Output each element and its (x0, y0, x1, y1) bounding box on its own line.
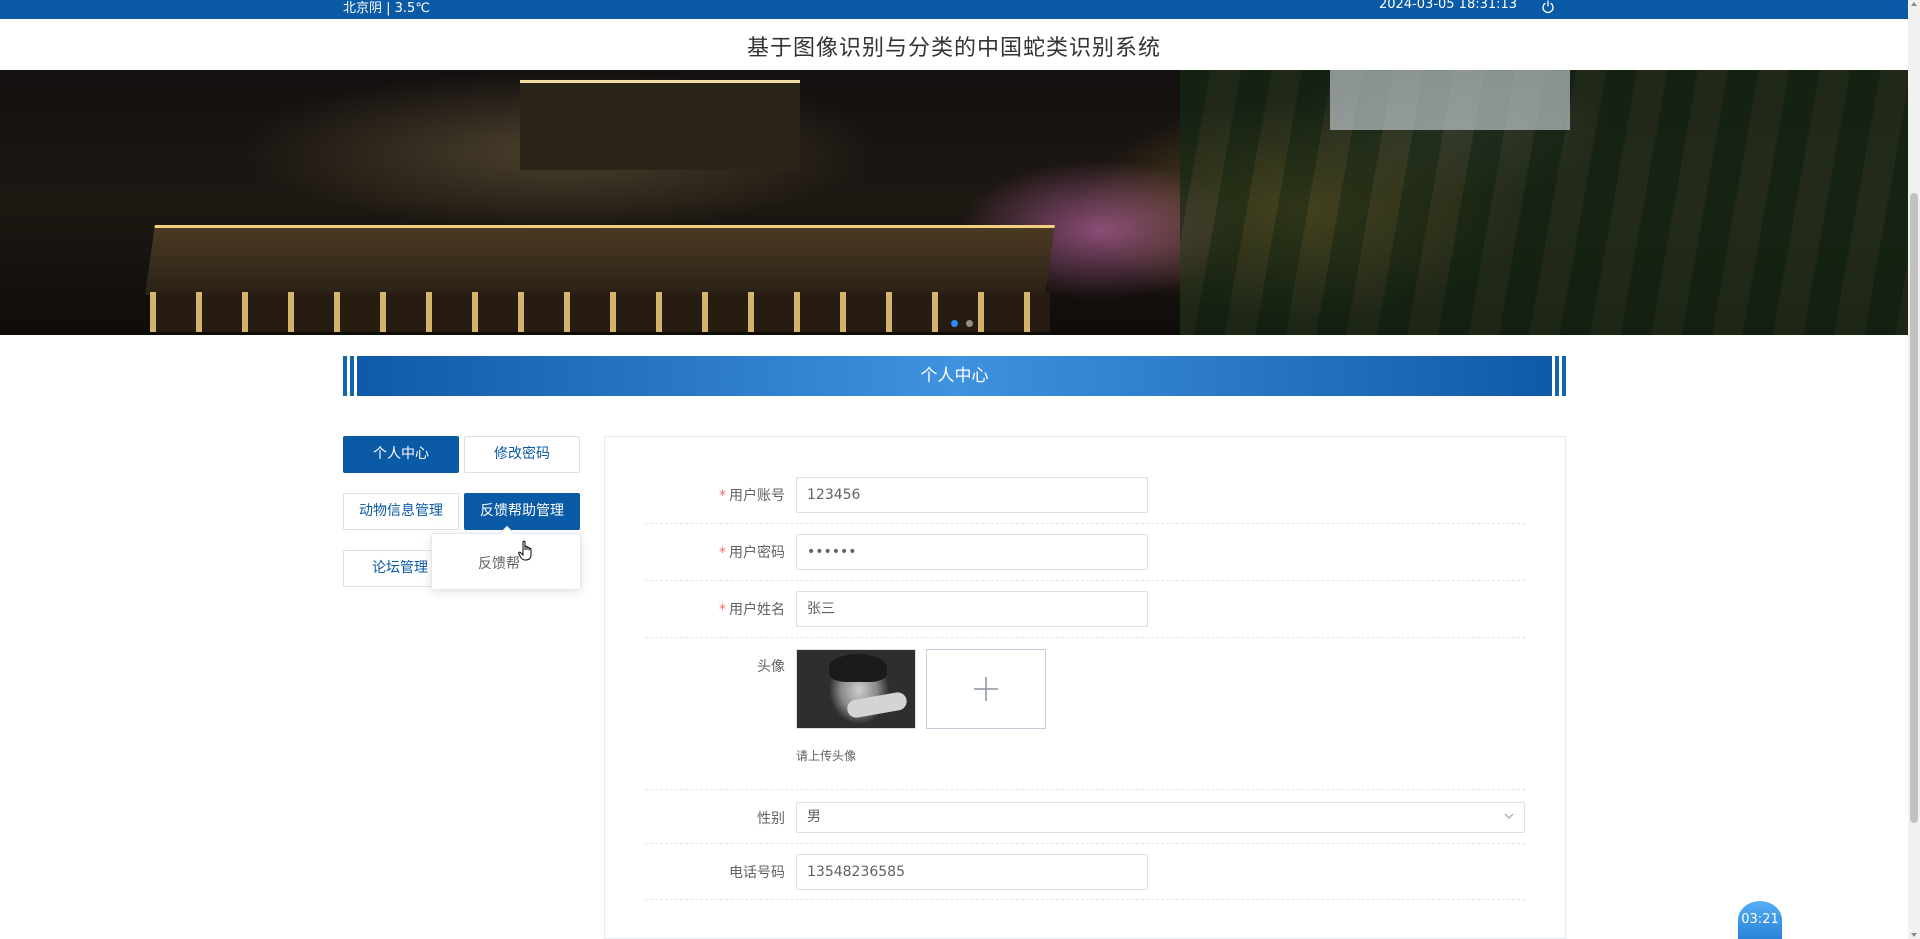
banner-building-roof (145, 225, 1055, 295)
avatar-hint: 请上传头像 (796, 749, 857, 763)
profile-form-panel: * 用户账号 123456 * 用户密码 •••••• * 用户姓名 张三 头像 请上… (604, 436, 1566, 939)
phone-label: 电话号码 (729, 865, 785, 881)
password-label-text: 用户密码 (729, 545, 785, 561)
page-scrollbar[interactable] (1908, 0, 1920, 939)
feedback-dropdown-menu: 反馈帮 (431, 525, 581, 590)
name-label-text: 用户姓名 (729, 602, 785, 618)
avatar[interactable] (796, 649, 916, 729)
account-label: * 用户账号 (719, 485, 785, 505)
account-input[interactable]: 123456 (796, 477, 1148, 513)
page-header: 基于图像识别与分类的中国蛇类识别系统 (0, 19, 1908, 70)
password-label: * 用户密码 (719, 542, 785, 562)
nav-animal-info[interactable]: 动物信息管理 (343, 493, 459, 530)
title-deco-left (350, 356, 354, 396)
form-row-gender: 性别 男 (645, 790, 1525, 844)
password-input[interactable]: •••••• (796, 534, 1148, 570)
account-label-text: 用户账号 (729, 488, 785, 504)
section-title-bar: 个人中心 (343, 356, 1566, 396)
weather-text: 北京阴 | 3.5℃ (343, 1, 430, 16)
nav-change-password[interactable]: 修改密码 (464, 436, 580, 473)
carousel-dot[interactable] (966, 320, 973, 327)
nav-feedback-help[interactable]: 反馈帮助管理 (464, 493, 580, 530)
section-title: 个人中心 (357, 356, 1552, 396)
required-mark: * (719, 602, 726, 618)
gender-label: 性别 (757, 811, 785, 827)
name-label: * 用户姓名 (719, 599, 785, 619)
power-icon[interactable] (1541, 0, 1555, 14)
avatar-hair (829, 654, 887, 682)
title-deco-right (1562, 356, 1566, 396)
avatar-hand (845, 690, 909, 720)
phone-input[interactable]: 13548236585 (796, 854, 1148, 890)
banner-building-lights (150, 292, 1050, 332)
avatar-upload-button[interactable] (926, 649, 1046, 729)
gender-select-value: 男 (807, 809, 821, 825)
title-deco-left (343, 356, 347, 396)
form-row-password: * 用户密码 •••••• (645, 524, 1525, 581)
chevron-down-icon (1504, 813, 1514, 819)
top-bar: 北京阴 | 3.5℃ 2024-03-05 18:31:13 (0, 0, 1908, 19)
carousel-indicators (951, 320, 973, 327)
required-mark: * (719, 488, 726, 504)
hand-cursor-icon (518, 540, 536, 562)
form-row-avatar: 头像 请上传头像 (645, 638, 1525, 790)
timer-badge[interactable]: 03:21 (1738, 901, 1782, 939)
banner-building-top (520, 80, 800, 170)
avatar-label: 头像 (757, 659, 785, 675)
required-mark: * (719, 545, 726, 561)
banner-carousel[interactable] (0, 70, 1908, 335)
scroll-up-icon[interactable] (1911, 2, 1917, 6)
title-deco-right (1555, 356, 1559, 396)
scrollbar-thumb[interactable] (1910, 193, 1918, 823)
form-row-phone: 电话号码 13548236585 (645, 844, 1525, 900)
system-title: 基于图像识别与分类的中国蛇类识别系统 (746, 36, 1161, 61)
plus-icon (974, 677, 998, 701)
datetime-text: 2024-03-05 18:31:13 (1379, 0, 1518, 12)
form-row-account: * 用户账号 123456 (645, 437, 1525, 524)
nav-personal-center[interactable]: 个人中心 (343, 436, 459, 473)
name-input[interactable]: 张三 (796, 591, 1148, 627)
dropdown-item-feedback[interactable]: 反馈帮 (478, 553, 520, 573)
carousel-dot[interactable] (951, 320, 958, 327)
scroll-down-icon[interactable] (1911, 933, 1917, 937)
gender-select[interactable]: 男 (796, 802, 1525, 833)
form-row-name: * 用户姓名 张三 (645, 581, 1525, 638)
banner-city-building (1330, 70, 1570, 130)
